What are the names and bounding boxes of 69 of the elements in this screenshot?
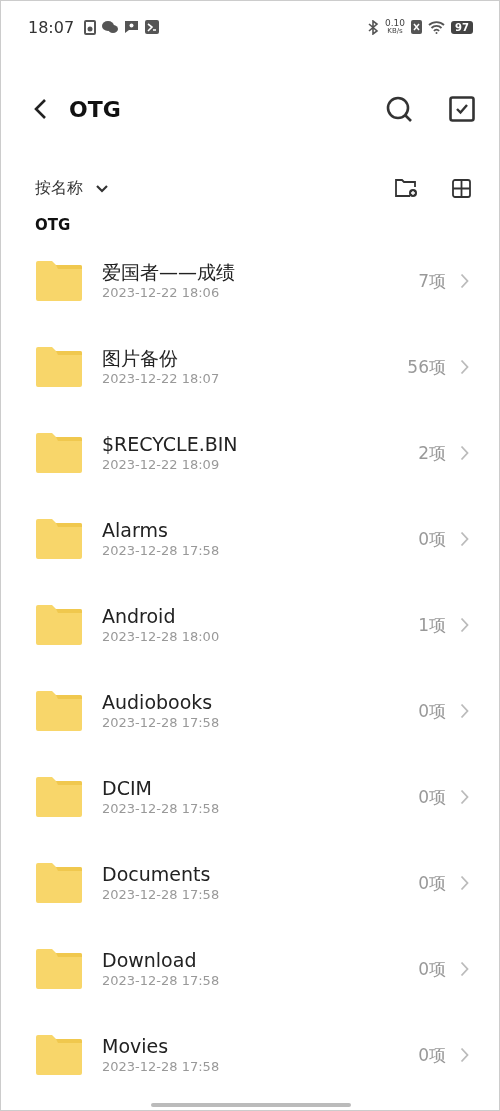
item-count: 0项 [418, 527, 446, 551]
chevron-right-icon[interactable] [460, 273, 469, 289]
folder-icon [36, 433, 82, 473]
item-count: 0项 [418, 871, 446, 895]
chevron-right-icon[interactable] [460, 359, 469, 375]
folder-name[interactable]: Documents [102, 862, 419, 886]
item-count: 0项 [418, 957, 446, 981]
sim-card-icon [84, 19, 97, 35]
folder-icon [36, 519, 82, 559]
home-indicator[interactable] [151, 1103, 351, 1107]
folder-icon [36, 777, 82, 817]
search-icon[interactable] [386, 95, 413, 123]
bluetooth-icon [367, 19, 380, 35]
chevron-right-icon[interactable] [460, 703, 469, 719]
folder-name[interactable]: Movies [102, 1034, 419, 1058]
grid-view-icon[interactable] [452, 178, 471, 198]
folder-icon [36, 261, 82, 301]
modified-date: 2023-12-28 17:58 [102, 972, 221, 990]
folder-icon [36, 347, 82, 387]
chevron-right-icon[interactable] [460, 445, 469, 461]
folder-name[interactable]: 爱国者——成绩 [102, 260, 419, 284]
app-badge-icon [145, 20, 160, 34]
modified-date: 2023-12-28 17:58 [102, 1058, 221, 1076]
page-title: OTG [69, 96, 121, 122]
chevron-right-icon[interactable] [460, 789, 469, 805]
folder-name[interactable]: DCIM [102, 776, 419, 800]
new-folder-icon[interactable] [395, 178, 418, 198]
folder-icon [36, 1035, 82, 1075]
folder-name[interactable]: Alarms [102, 518, 419, 542]
breadcrumb-path[interactable]: OTG [1, 212, 499, 238]
modified-date: 2023-12-28 17:58 [102, 800, 221, 818]
chevron-right-icon[interactable] [460, 617, 469, 633]
modified-date: 2023-12-28 17:58 [102, 886, 221, 904]
wifi-icon [428, 20, 446, 34]
folder-name[interactable]: Android [102, 604, 419, 628]
checkbox-select-icon[interactable] [449, 96, 475, 122]
modified-date: 2023-12-22 18:09 [102, 456, 221, 474]
chevron-right-icon[interactable] [460, 875, 469, 891]
item-count: 7项 [418, 269, 446, 293]
chat-bubbles-icon [102, 20, 119, 34]
folder-name[interactable]: 图片备份 [102, 346, 408, 370]
chevron-right-icon[interactable] [460, 961, 469, 977]
back-icon[interactable] [33, 98, 47, 120]
modified-date: 2023-12-28 17:58 [102, 714, 221, 732]
battery-level: 97 [451, 20, 473, 34]
folder-icon [36, 691, 82, 731]
folder-icon [36, 949, 82, 989]
folder-name[interactable]: Download [102, 948, 419, 972]
folder-icon [36, 863, 82, 903]
item-count: 0项 [418, 699, 446, 723]
item-count: 1项 [418, 613, 446, 637]
chevron-down-icon[interactable] [95, 183, 109, 193]
folder-icon [36, 605, 82, 645]
sort-option[interactable]: 按名称 [35, 177, 83, 199]
modified-date: 2023-12-28 18:00 [102, 628, 221, 646]
chevron-right-icon[interactable] [460, 1047, 469, 1063]
network-speed: 0.10 [385, 19, 406, 28]
clock-time: 18:07 [28, 17, 75, 37]
item-count: 0项 [418, 1043, 446, 1067]
modified-date: 2023-12-28 17:58 [102, 542, 221, 560]
folder-name[interactable]: $RECYCLE.BIN [102, 432, 419, 456]
item-count: 2项 [418, 441, 446, 465]
item-count: 56项 [407, 355, 446, 379]
chevron-right-icon[interactable] [460, 531, 469, 547]
item-count: 0项 [418, 785, 446, 809]
folder-name[interactable]: Audiobooks [102, 690, 419, 714]
modified-date: 2023-12-22 18:06 [102, 284, 221, 302]
no-sim-icon [411, 20, 423, 34]
modified-date: 2023-12-22 18:07 [102, 370, 221, 388]
